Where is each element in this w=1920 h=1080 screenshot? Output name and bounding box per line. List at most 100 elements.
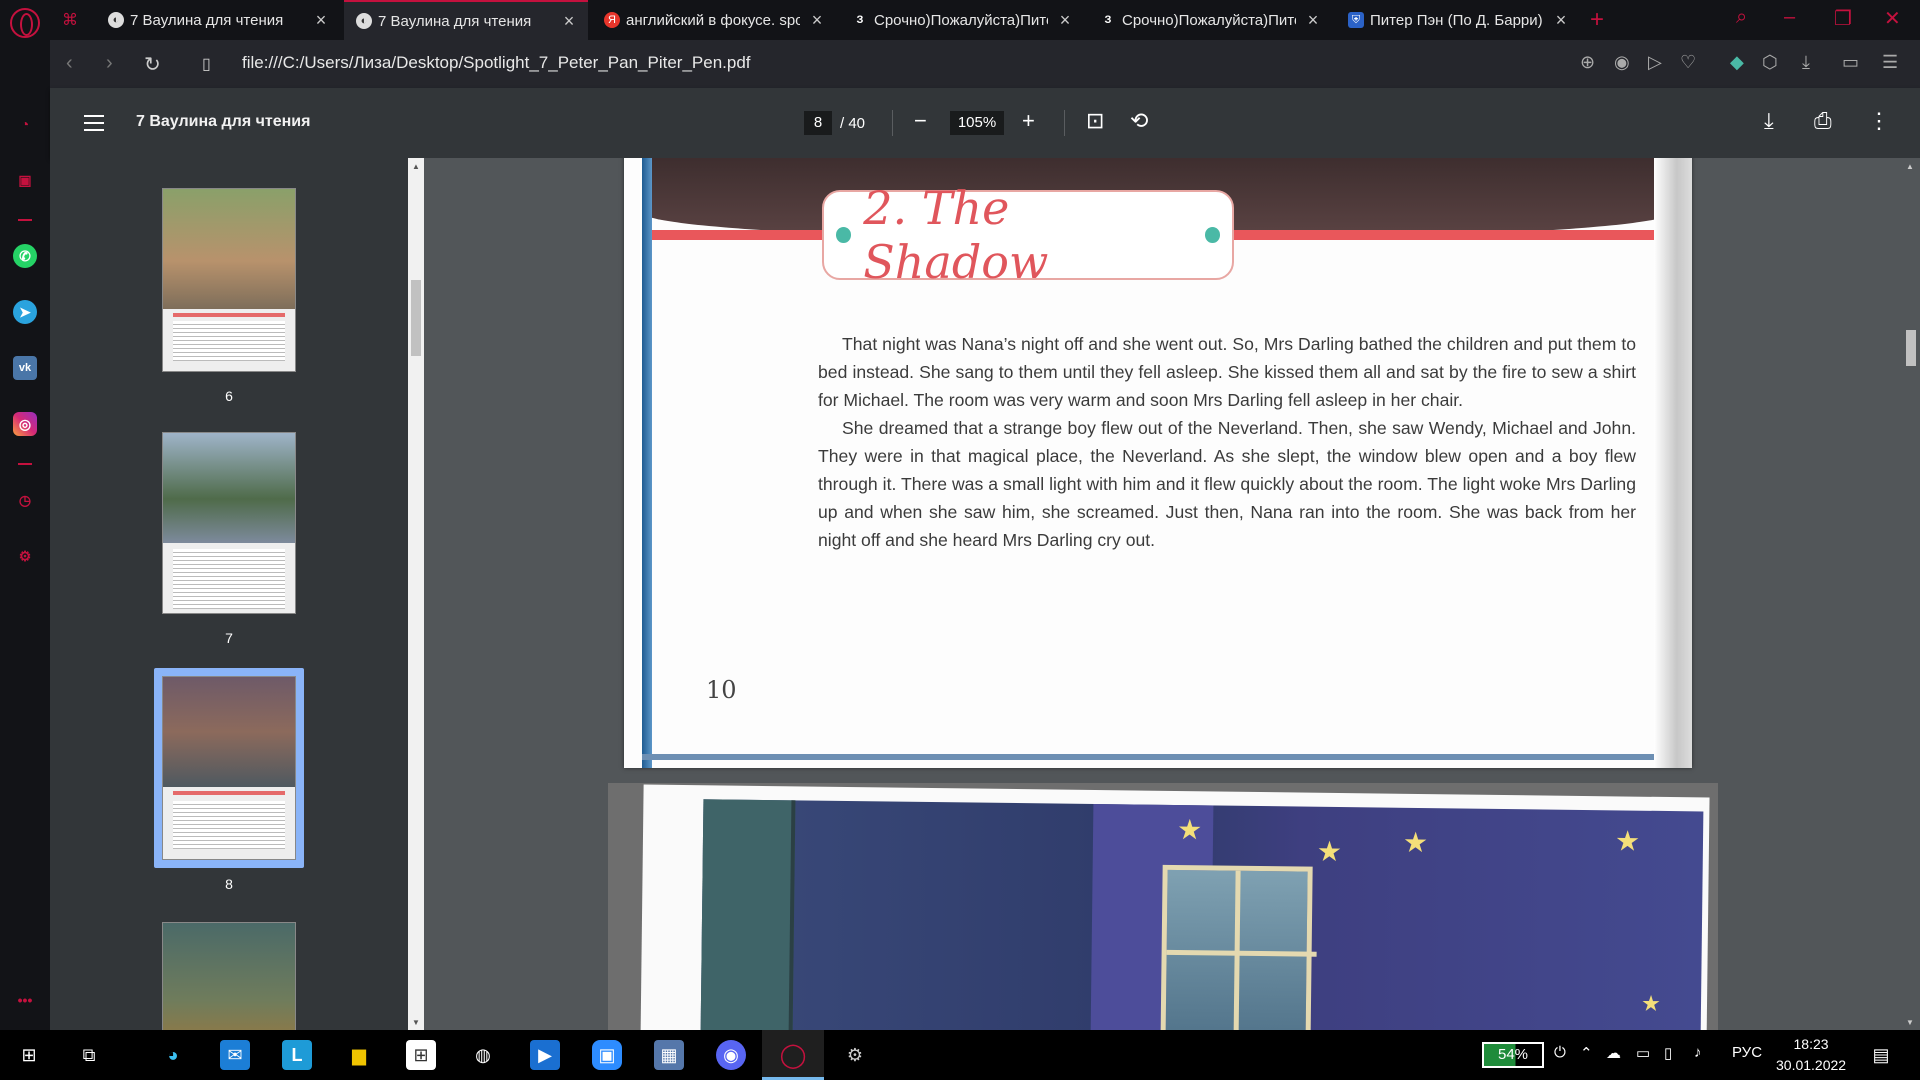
fit-page-icon[interactable]: ⊡ xyxy=(1086,108,1104,134)
thumbnail-label: 7 xyxy=(225,630,233,646)
close-window-icon[interactable]: ✕ xyxy=(1884,6,1901,31)
page-number-input[interactable]: 8 xyxy=(804,111,832,135)
camera-icon[interactable]: ◉ xyxy=(1614,52,1630,73)
zoom-out-icon[interactable]: − xyxy=(914,108,927,134)
tab-2[interactable]: ◐ 7 Ваулина для чтения × xyxy=(344,0,588,40)
thumbnail-page-8[interactable] xyxy=(162,676,296,860)
send-icon[interactable]: ▷ xyxy=(1648,52,1662,73)
divider xyxy=(1064,110,1065,136)
close-tab-icon[interactable]: × xyxy=(808,11,826,29)
opera-logo-icon[interactable] xyxy=(10,8,40,38)
divider xyxy=(892,110,893,136)
menu-icon[interactable] xyxy=(84,115,104,131)
thumbnail-label: 8 xyxy=(225,876,233,892)
tab-4[interactable]: З Срочно)Пожалуйста)Пите × xyxy=(840,0,1084,40)
thumbnail-page-7[interactable] xyxy=(162,432,296,614)
tab-5[interactable]: З Срочно)Пожалуйста)Пите × xyxy=(1088,0,1332,40)
globe-icon: ◐ xyxy=(356,13,372,29)
reload-icon[interactable]: ↻ xyxy=(144,52,161,77)
store-icon[interactable]: ⊞ xyxy=(406,1040,436,1070)
l-app-icon[interactable]: L xyxy=(282,1040,312,1070)
more-actions-icon[interactable]: ⋮ xyxy=(1868,108,1890,134)
thumbnail-scrollbar[interactable]: ▲ ▼ xyxy=(408,158,424,1030)
cube-icon[interactable]: ⬡ xyxy=(1762,52,1778,73)
close-tab-icon[interactable]: × xyxy=(312,11,330,29)
znanija-icon: З xyxy=(1104,14,1112,26)
thumbnail-scrollbar-thumb[interactable] xyxy=(411,280,421,356)
close-tab-icon[interactable]: × xyxy=(1552,11,1570,29)
tab-title: Срочно)Пожалуйста)Пите xyxy=(874,11,1048,29)
file-explorer-icon[interactable]: ▆ xyxy=(344,1040,374,1070)
close-tab-icon[interactable]: × xyxy=(1056,11,1074,29)
close-tab-icon[interactable]: × xyxy=(560,12,578,30)
main-scrollbar-thumb[interactable] xyxy=(1906,330,1916,366)
file-icon: ▯ xyxy=(202,56,211,73)
instagram-icon[interactable]: ◎ xyxy=(13,412,37,436)
shopping-bag-icon[interactable]: ▣ xyxy=(13,168,37,192)
thumbnail-page-9[interactable] xyxy=(162,922,296,1030)
history-icon[interactable]: ◷ xyxy=(13,488,37,512)
back-icon[interactable]: ‹ xyxy=(66,52,73,75)
zoom-icon[interactable]: ⊕ xyxy=(1580,52,1595,73)
tab-title: Питер Пэн (По Д. Барри). xyxy=(1370,11,1544,29)
tab-title: 7 Ваулина для чтения xyxy=(130,11,284,29)
vk-icon[interactable]: vk xyxy=(13,356,37,380)
calculator-icon[interactable]: ▦ xyxy=(654,1040,684,1070)
restore-icon[interactable]: ❐ xyxy=(1834,6,1852,31)
star-icon: ★ xyxy=(1614,825,1641,857)
tray-expand-icon[interactable]: ⌃ xyxy=(1580,1044,1593,1062)
thumbnail-page-6[interactable] xyxy=(162,188,296,372)
page-body-text: That night was Nana’s night off and she … xyxy=(818,330,1636,554)
zoom-input[interactable]: 105% xyxy=(950,111,1004,135)
onedrive-icon[interactable]: ☁ xyxy=(1606,1044,1621,1062)
battery-icon[interactable]: ▯ xyxy=(1664,1044,1672,1062)
pdf-toolbar: 7 Ваулина для чтения 8 / 40 − 105% + ⊡ ⟲… xyxy=(50,88,1920,158)
obs-icon[interactable]: ◍ xyxy=(468,1040,498,1070)
new-tab-icon[interactable]: + xyxy=(1590,6,1604,34)
edge-icon[interactable]: ◕ xyxy=(158,1040,188,1070)
shield-icon: ⛨ xyxy=(1348,12,1364,28)
search-tabs-icon[interactable]: ⌕ xyxy=(1736,6,1747,29)
settings-icon[interactable]: ⚙ xyxy=(13,544,37,568)
opera-taskbar-icon[interactable]: ◯ xyxy=(778,1040,808,1070)
gamepad-icon[interactable]: ⌘ xyxy=(62,10,84,29)
vpn-icon[interactable]: ◆ xyxy=(1730,52,1744,73)
windows-start-icon[interactable]: ⊞ xyxy=(14,1040,44,1070)
network-icon[interactable]: ▭ xyxy=(1636,1044,1650,1062)
tab-3[interactable]: Я английский в фокусе. spot × xyxy=(592,0,836,40)
zoom-app-icon[interactable]: ▣ xyxy=(592,1040,622,1070)
rotate-icon[interactable]: ⟲ xyxy=(1130,108,1148,134)
task-view-icon[interactable]: ⧉ xyxy=(74,1040,104,1070)
minimize-icon[interactable]: – xyxy=(1784,6,1795,29)
media-player-icon[interactable]: ▶ xyxy=(530,1040,560,1070)
main-scrollbar[interactable]: ▲ ▼ xyxy=(1902,158,1920,1030)
tab-6[interactable]: ⛨ Питер Пэн (По Д. Барри). × xyxy=(1336,0,1580,40)
url-field[interactable]: file:///C:/Users/Лиза/Desktop/Spotlight_… xyxy=(242,53,751,73)
whatsapp-icon[interactable]: ✆ xyxy=(13,244,37,268)
steam-icon[interactable]: ⚙ xyxy=(840,1040,870,1070)
battery-indicator[interactable]: 54% xyxy=(1482,1042,1544,1068)
close-tab-icon[interactable]: × xyxy=(1304,11,1322,29)
telegram-icon[interactable]: ➤ xyxy=(13,300,37,324)
volume-icon[interactable]: ♪ xyxy=(1694,1044,1702,1061)
speed-dial-icon[interactable]: ◔ xyxy=(13,112,37,136)
heart-icon[interactable]: ♡ xyxy=(1680,52,1696,73)
mail-icon[interactable]: ✉ xyxy=(220,1040,250,1070)
tab-1[interactable]: ◐ 7 Ваулина для чтения × xyxy=(96,0,340,40)
language-indicator[interactable]: РУС xyxy=(1732,1044,1762,1061)
print-icon[interactable]: ⎙ xyxy=(1814,108,1832,134)
download-icon[interactable]: ⤓ xyxy=(1802,52,1810,73)
page-shadow xyxy=(1654,158,1692,768)
battery-saver-icon[interactable]: ▭ xyxy=(1842,52,1859,73)
forward-icon[interactable]: › xyxy=(106,52,113,75)
zoom-in-icon[interactable]: + xyxy=(1022,108,1035,134)
discord-icon[interactable]: ◉ xyxy=(716,1040,746,1070)
notifications-icon[interactable]: ▤ xyxy=(1866,1040,1896,1070)
download-pdf-icon[interactable]: ⤓ xyxy=(1764,108,1774,134)
dot-icon xyxy=(836,227,852,243)
chapter-badge: 2. The Shadow xyxy=(822,181,1234,289)
more-icon[interactable]: ••• xyxy=(13,988,37,1012)
settings-sliders-icon[interactable]: ☰ xyxy=(1882,52,1898,73)
clock[interactable]: 18:23 30.01.2022 xyxy=(1776,1034,1846,1076)
plug-icon[interactable]: ⏻ xyxy=(1554,1044,1566,1061)
